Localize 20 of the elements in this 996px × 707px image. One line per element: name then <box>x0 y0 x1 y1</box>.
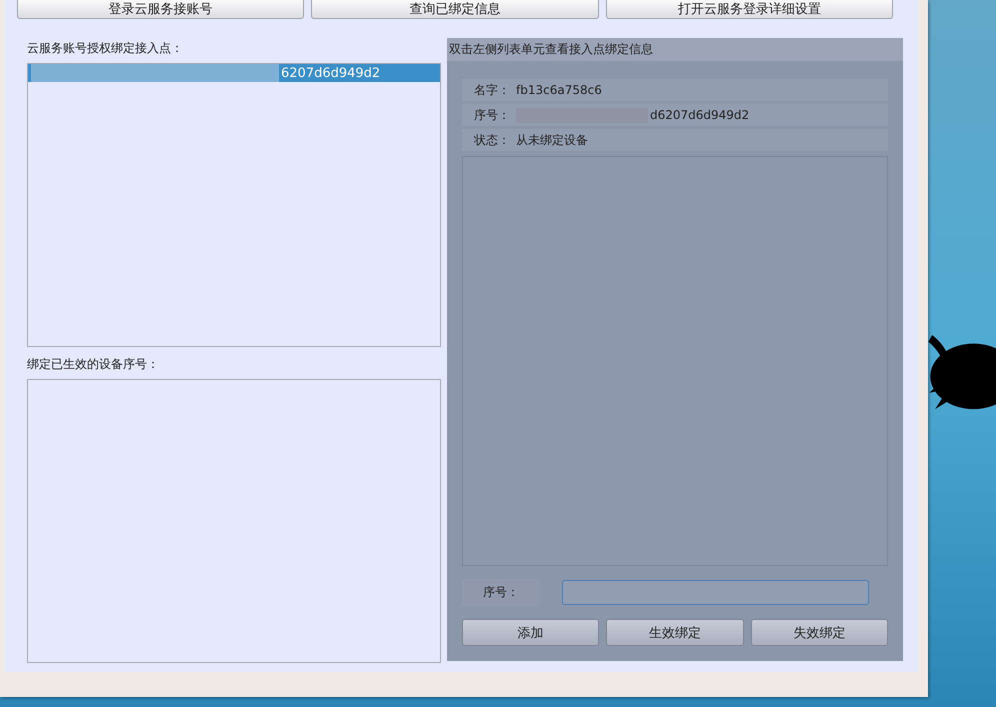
toolbar-button[interactable]: 登录云服务接账号 <box>17 0 304 19</box>
list-label: 绑定已生效的设备序号： <box>27 356 160 373</box>
action-button[interactable]: 添加 <box>462 619 600 646</box>
device-serial-list[interactable] <box>27 379 441 663</box>
list-item[interactable]: 6207d6d949d2 <box>28 64 440 82</box>
action-button[interactable]: 生效绑定 <box>606 619 744 646</box>
list-label: 云服务账号授权绑定接入点： <box>27 40 184 57</box>
field-label: 序号： <box>474 106 510 124</box>
field-value: 从未绑定设备 <box>516 132 588 148</box>
toolbar-button[interactable]: 查询已绑定信息 <box>311 0 599 19</box>
field-value: d6207d6d949d2 <box>650 108 750 122</box>
field-label: 名字： <box>474 82 510 98</box>
field-label: 序号： <box>462 579 540 606</box>
access-point-list[interactable]: 6207d6d949d2 <box>27 63 441 347</box>
panel-title: 双击左侧列表单元查看接入点绑定信息 <box>447 38 903 61</box>
toolbar-button[interactable]: 打开云服务登录详细设置 <box>606 0 893 19</box>
field-value: fb13c6a758c6 <box>516 83 602 97</box>
action-button[interactable]: 失效绑定 <box>750 619 888 646</box>
field-label: 状态： <box>474 132 510 148</box>
serial-input[interactable] <box>562 580 869 605</box>
